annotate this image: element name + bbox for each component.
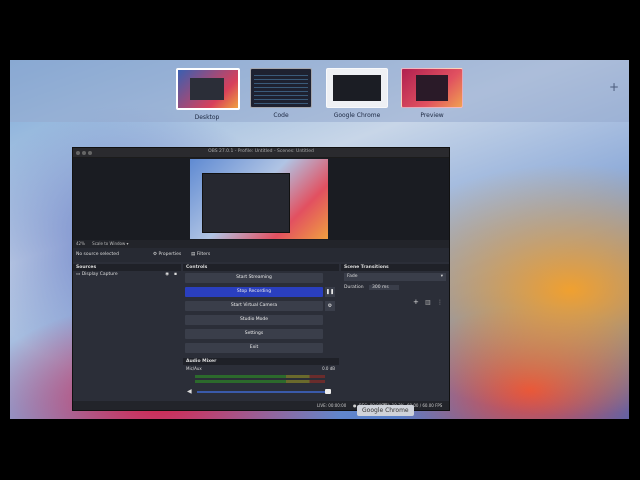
mission-control-bar: Desktop Code Google Chrome Preview + [10, 60, 629, 122]
plus-icon[interactable]: + [413, 298, 419, 306]
preview-image [190, 159, 328, 239]
dock-tooltip: Google Chrome [357, 405, 414, 416]
gear-icon[interactable]: ⚙ [325, 301, 335, 311]
dock-header: Audio Mixer [183, 358, 339, 365]
transition-value: Fade [347, 274, 358, 279]
stop-recording-button[interactable]: Stop Recording [185, 287, 323, 297]
audio-mixer-dock: Audio Mixer Mic/Aux 0.0 dB ◀ [183, 358, 339, 400]
duration-field[interactable]: 300 ms [368, 285, 399, 290]
duration-label: Duration [344, 285, 364, 290]
live-status: LIVE: 00:00:00 [317, 403, 347, 408]
space-desktop[interactable]: Desktop [176, 68, 240, 121]
desktop-screen: Desktop Code Google Chrome Preview + OBS… [10, 60, 629, 419]
no-source-label: No source selected [76, 252, 119, 257]
scene-transitions-dock: Scene Transitions Fade ▾ Duration 300 ms… [341, 264, 449, 410]
filters-label: Filters [196, 252, 211, 257]
settings-button[interactable]: Settings [185, 329, 323, 339]
volume-meter [195, 380, 325, 383]
start-streaming-button[interactable]: Start Streaming [185, 273, 323, 283]
transition-select[interactable]: Fade ▾ [344, 273, 446, 281]
duration-row: Duration 300 ms [341, 283, 449, 293]
slider-handle[interactable] [325, 389, 331, 394]
source-item[interactable]: ▭ Display Capture ◉ ▪ [73, 271, 181, 279]
controls-dock: Controls Start Streaming Stop Recording … [183, 264, 339, 356]
title-bar: OBS 27.0.1 - Profile: Untitled - Scenes:… [73, 148, 449, 158]
speaker-icon[interactable]: ◀ [187, 388, 192, 395]
dock-title: Sources [76, 265, 97, 270]
track-name: Mic/Aux [186, 366, 202, 371]
rec-icon: ● [353, 403, 357, 408]
trash-icon[interactable]: ▥ [425, 299, 431, 306]
space-thumbnail [250, 68, 312, 108]
chevron-down-icon: ▾ [440, 274, 443, 279]
nested-obs-preview [202, 173, 290, 233]
obs-window: OBS 27.0.1 - Profile: Untitled - Scenes:… [72, 147, 450, 411]
volume-meter [195, 375, 325, 378]
dock-header: Scene Transitions [341, 264, 449, 271]
space-thumbnail [401, 68, 463, 108]
studio-mode-button[interactable]: Studio Mode [185, 315, 323, 325]
filters-button[interactable]: ▤ Filters [191, 248, 210, 262]
exit-button[interactable]: Exit [185, 343, 323, 353]
dock-header: Controls [183, 264, 339, 271]
eye-icon[interactable]: ◉ [165, 271, 169, 279]
space-label: Preview [420, 112, 444, 119]
space-thumbnail [326, 68, 388, 108]
space-label: Google Chrome [333, 112, 381, 119]
space-thumbnail [176, 68, 240, 110]
properties-button[interactable]: ⚙ Properties [153, 248, 181, 262]
scale-value: 42% [76, 241, 85, 246]
window-title: OBS 27.0.1 - Profile: Untitled - Scenes:… [208, 149, 314, 154]
space-code[interactable]: Code [250, 68, 312, 119]
plus-icon[interactable]: + [609, 80, 619, 94]
sources-dock: Sources ▭ Display Capture ◉ ▪ Sources Sc… [73, 264, 181, 410]
scale-dropdown[interactable]: Scale to Window [92, 241, 125, 246]
space-label: Desktop [194, 114, 220, 121]
preview-area[interactable] [73, 158, 449, 240]
dock-title: Scene Transitions [344, 265, 389, 270]
lock-icon[interactable]: ▪ [174, 271, 177, 279]
space-google-chrome[interactable]: Google Chrome [326, 68, 388, 119]
volume-slider[interactable] [197, 391, 325, 393]
track-db: 0.0 dB [322, 366, 335, 371]
space-label: Code [273, 112, 289, 119]
source-toolbar: No source selected ⚙ Properties ▤ Filter… [73, 248, 449, 262]
more-icon[interactable]: ⋮ [437, 299, 443, 306]
space-preview[interactable]: Preview [401, 68, 463, 119]
properties-label: Properties [158, 252, 182, 257]
mixer-track: Mic/Aux 0.0 dB [183, 365, 339, 373]
scale-bar: 42% Scale to Window ▾ [73, 240, 449, 248]
pause-icon[interactable]: ❚❚ [325, 287, 335, 297]
source-label: Display Capture [81, 272, 118, 277]
chevron-down-icon: ▾ [126, 241, 129, 246]
dock-header: Sources [73, 264, 181, 271]
dock-title: Audio Mixer [186, 359, 217, 364]
dock-title: Controls [186, 265, 208, 270]
start-virtual-camera-button[interactable]: Start Virtual Camera [185, 301, 323, 311]
